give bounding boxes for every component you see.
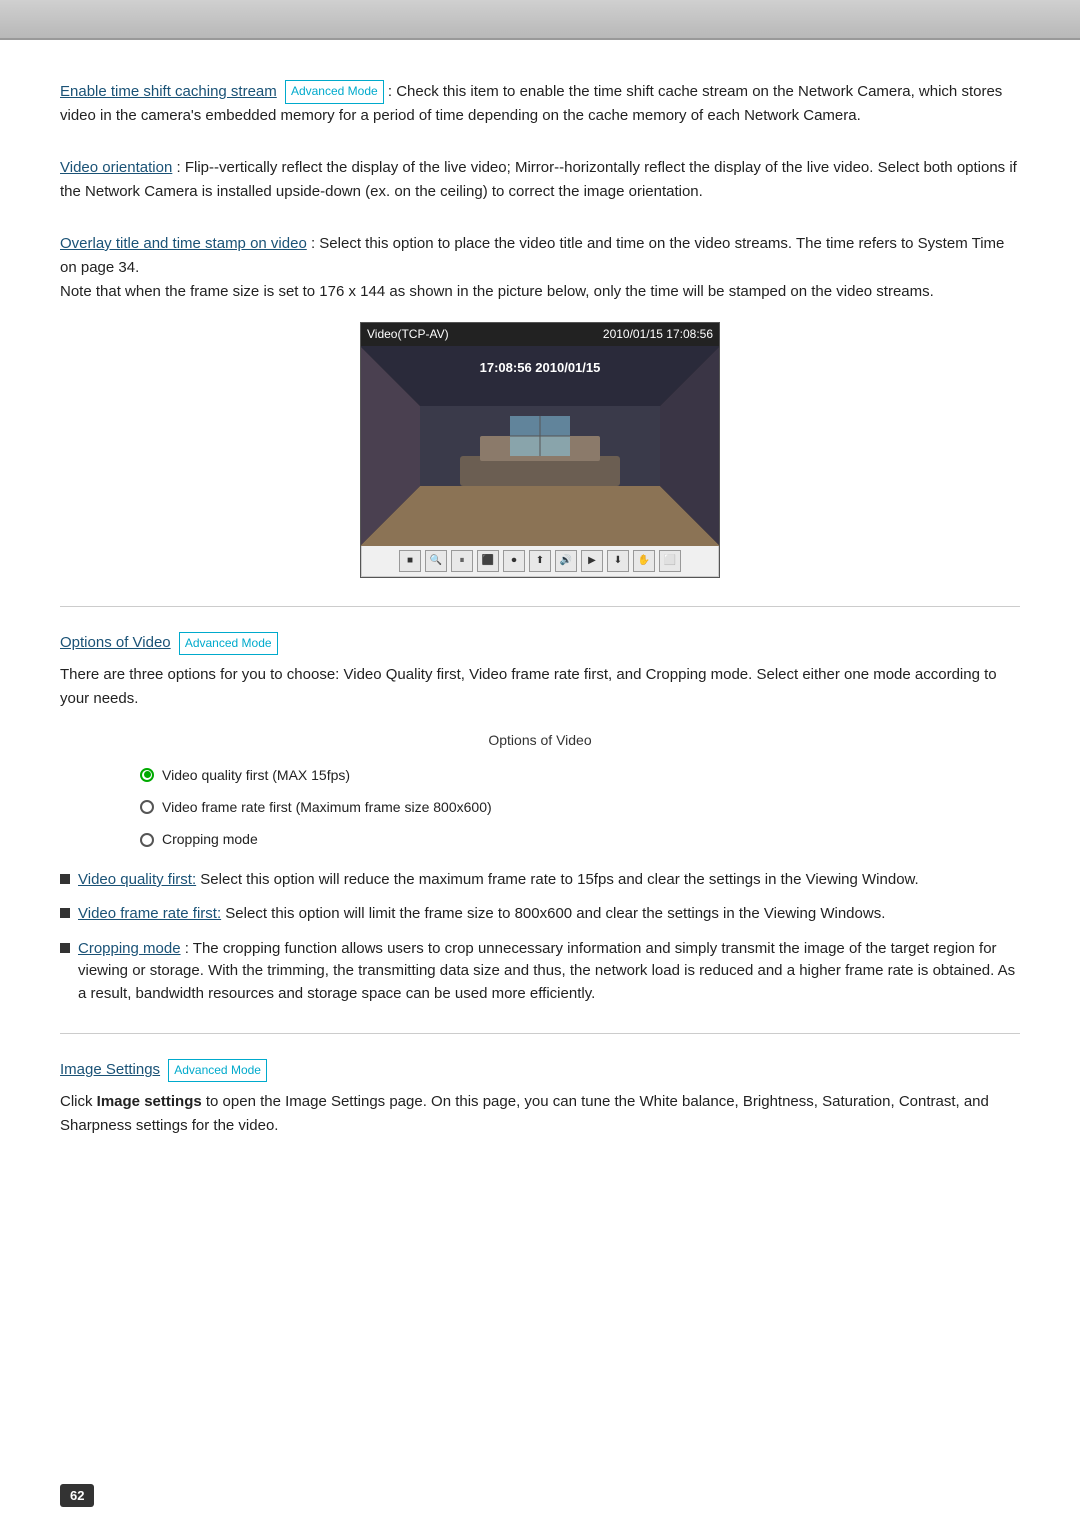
page-content: Enable time shift caching stream Advance…: [0, 40, 1080, 1246]
bullet-square-1: [60, 874, 70, 884]
toolbar-icon-upload[interactable]: ⬆: [529, 550, 551, 572]
bullet-link-1[interactable]: Video quality first:: [78, 871, 196, 888]
radio-circle-3: [140, 833, 154, 847]
bullet-item-2: Video frame rate first: Select this opti…: [60, 903, 1020, 926]
image-settings-link[interactable]: Image Settings: [60, 1061, 160, 1078]
toolbar-icon-play[interactable]: ▶: [581, 550, 603, 572]
video-toolbar: ■ 🔍 ⏸ ⬛ ⏺ ⬆ 🔊 ▶ ⬇ ✋ ⬜: [361, 546, 719, 577]
options-video-section: Options of Video Advanced Mode There are…: [60, 631, 1020, 1005]
bullet-link-3[interactable]: Cropping mode: [78, 940, 181, 957]
bullet-desc-2: Select this option will limit the frame …: [225, 905, 885, 922]
toolbar-icon-rec2[interactable]: ⏺: [503, 550, 525, 572]
toolbar-icon-pause[interactable]: ⏸: [451, 550, 473, 572]
video-frame: Video(TCP-AV) 2010/01/15 17:08:56: [360, 322, 720, 578]
radio-frame-rate[interactable]: Video frame rate first (Maximum frame si…: [140, 796, 1020, 818]
options-video-description: There are three options for you to choos…: [60, 663, 1020, 711]
image-settings-badge: Advanced Mode: [168, 1059, 267, 1082]
bullet-text-2: Video frame rate first: Select this opti…: [78, 903, 885, 926]
overlay-section: Overlay title and time stamp on video : …: [60, 232, 1020, 578]
bullet-desc-3: : The cropping function allows users to …: [78, 940, 1015, 1002]
bullet-section: Video quality first: Select this option …: [60, 869, 1020, 1006]
toolbar-icon-stop[interactable]: ⬛: [477, 550, 499, 572]
image-settings-desc-before: Click: [60, 1093, 97, 1110]
video-orientation-link[interactable]: Video orientation: [60, 159, 172, 176]
radio-video-quality[interactable]: Video quality first (MAX 15fps): [140, 764, 1020, 786]
radio-label-2: Video frame rate first (Maximum frame si…: [162, 796, 492, 818]
radio-circle-1: [140, 768, 154, 782]
time-shift-section: Enable time shift caching stream Advance…: [60, 80, 1020, 128]
radio-label-3: Cropping mode: [162, 828, 258, 850]
top-bar: [0, 0, 1080, 40]
image-settings-description: Click Image settings to open the Image S…: [60, 1090, 1020, 1138]
video-title: Video(TCP-AV): [367, 325, 449, 344]
video-titlebar: Video(TCP-AV) 2010/01/15 17:08:56: [361, 323, 719, 346]
time-shift-badge: Advanced Mode: [285, 80, 384, 103]
toolbar-icon-record[interactable]: ■: [399, 550, 421, 572]
divider-2: [60, 1033, 1020, 1034]
toolbar-icon-fullscreen[interactable]: ⬜: [659, 550, 681, 572]
bullet-square-2: [60, 908, 70, 918]
radio-circle-2: [140, 800, 154, 814]
bullet-item-1: Video quality first: Select this option …: [60, 869, 1020, 892]
toolbar-icon-zoom[interactable]: 🔍: [425, 550, 447, 572]
image-settings-bold: Image settings: [97, 1093, 202, 1110]
divider-1: [60, 606, 1020, 607]
options-box-title: Options of Video: [60, 729, 1020, 751]
overlay-note: Note that when the frame size is set to …: [60, 283, 934, 300]
video-preview-container: Video(TCP-AV) 2010/01/15 17:08:56: [360, 322, 720, 578]
bullet-text-1: Video quality first: Select this option …: [78, 869, 919, 892]
video-datetime: 2010/01/15 17:08:56: [603, 325, 713, 344]
bullet-desc-1: Select this option will reduce the maxim…: [200, 871, 918, 888]
bullet-item-3: Cropping mode : The cropping function al…: [60, 938, 1020, 1006]
options-video-badge: Advanced Mode: [179, 632, 278, 655]
bullet-square-3: [60, 943, 70, 953]
page-number: 62: [60, 1484, 94, 1507]
toolbar-icon-download[interactable]: ⬇: [607, 550, 629, 572]
overlay-link[interactable]: Overlay title and time stamp on video: [60, 235, 307, 252]
radio-label-1: Video quality first (MAX 15fps): [162, 764, 350, 786]
time-shift-link[interactable]: Enable time shift caching stream: [60, 83, 277, 100]
video-screen: 17:08:56 2010/01/15: [361, 346, 719, 546]
radio-cropping-mode[interactable]: Cropping mode: [140, 828, 1020, 850]
video-orientation-description: : Flip--vertically reflect the display o…: [60, 159, 1017, 200]
toolbar-icon-hand[interactable]: ✋: [633, 550, 655, 572]
video-timestamp-overlay: 17:08:56 2010/01/15: [480, 358, 601, 379]
bullet-link-2[interactable]: Video frame rate first:: [78, 905, 221, 922]
toolbar-icon-audio[interactable]: 🔊: [555, 550, 577, 572]
bullet-text-3: Cropping mode : The cropping function al…: [78, 938, 1020, 1006]
options-video-box: Options of Video Video quality first (MA…: [60, 729, 1020, 851]
options-video-link[interactable]: Options of Video: [60, 634, 171, 651]
image-settings-section: Image Settings Advanced Mode Click Image…: [60, 1058, 1020, 1138]
video-orientation-section: Video orientation : Flip--vertically ref…: [60, 156, 1020, 204]
